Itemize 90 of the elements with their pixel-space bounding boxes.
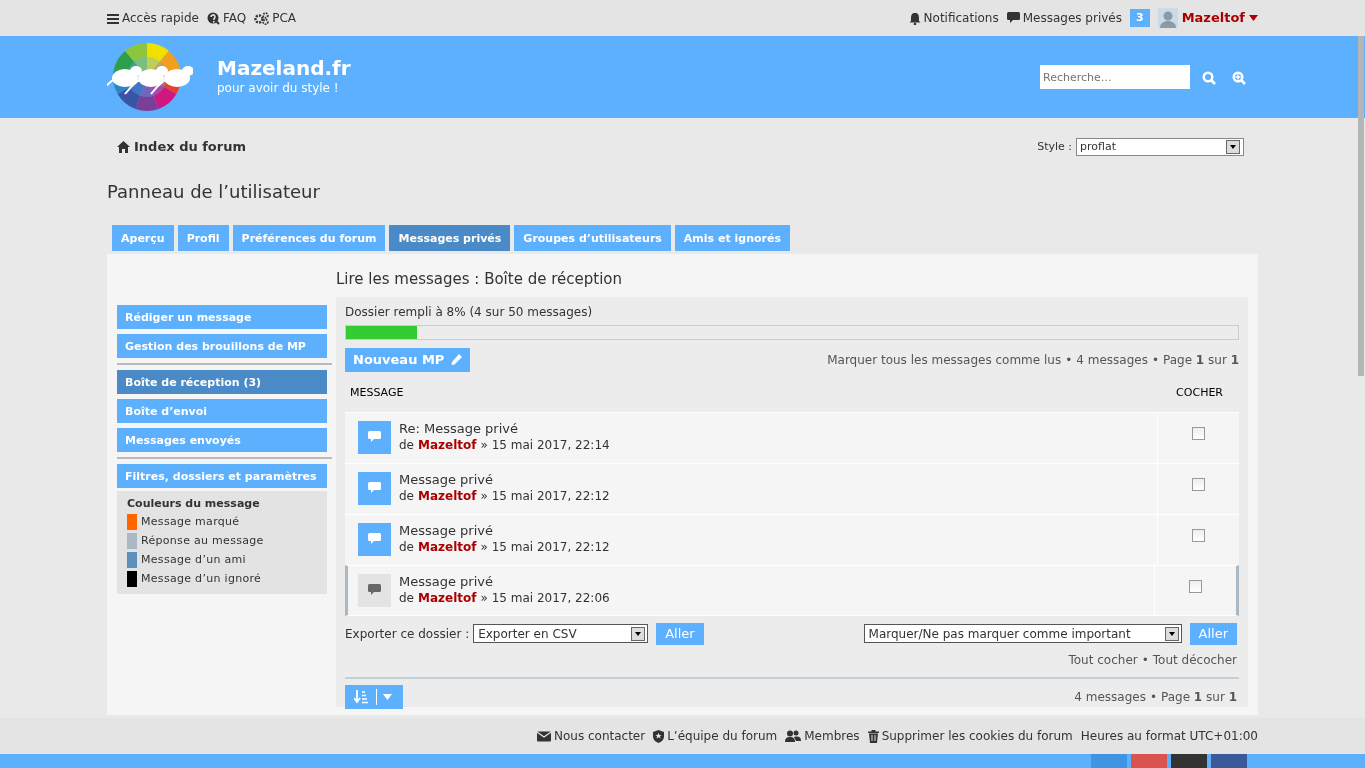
column-header: COCHER (1176, 385, 1223, 401)
pagination-text: 4 messages (1076, 352, 1148, 369)
footer-link[interactable]: Supprimer les cookies du forum (867, 727, 1073, 745)
uncheck-all-link[interactable]: Tout décocher (1152, 650, 1237, 669)
legend-label: Message d’un ami (141, 551, 246, 568)
message-row[interactable]: Message privé de Mazeltof » 15 mai 2017, 22:06 (345, 564, 1239, 616)
envelope-icon (536, 730, 551, 742)
separator: • (1151, 352, 1159, 369)
shield-icon (653, 729, 665, 743)
author-link[interactable]: Mazeltof (418, 538, 477, 557)
section-heading: Lire les messages : Boîte de réception (336, 269, 623, 290)
pagination-text: Page 1 sur 1 (1163, 352, 1239, 369)
checkbox[interactable] (1189, 579, 1202, 593)
message-status-icon (358, 573, 391, 607)
search-field[interactable]: Recherche… (1040, 65, 1190, 89)
username-link[interactable]: Mazeltof (1181, 8, 1245, 28)
author-link[interactable]: Mazeltof (418, 487, 477, 506)
byline-text: de (399, 590, 414, 608)
footer-link[interactable]: L’équipe du forum (653, 727, 778, 745)
checkbox[interactable] (1192, 528, 1205, 542)
caret-icon (383, 693, 392, 700)
mark-select[interactable]: Marquer/Ne pas marquer comme important (863, 624, 1182, 643)
menu-icon (107, 12, 119, 24)
faq-link[interactable]: FAQ (206, 9, 247, 27)
site-title: Mazeland.fr (217, 57, 351, 79)
message-status-icon (358, 522, 391, 556)
footer-link[interactable]: Membres (785, 727, 860, 745)
checkbox[interactable] (1192, 426, 1205, 440)
unread-count-badge: 3 (1130, 8, 1150, 28)
folder-status: Dossier rempli à 8% (4 sur 50 messages) (345, 304, 594, 321)
tab[interactable]: Messages privés (389, 225, 511, 251)
legend-label: Message d’un ignoré (141, 570, 262, 587)
message-status-icon (358, 471, 391, 505)
message-date: » 15 mai 2017, 22:12 (480, 539, 610, 557)
home-icon (117, 141, 130, 153)
page-title: Panneau de l’utilisateur (107, 180, 321, 204)
legend-label: Message marqué (141, 513, 240, 530)
message-row[interactable]: Message privé de Mazeltof » 15 mai 2017, 22:12 (345, 513, 1239, 565)
message-title-link[interactable]: Re: Message privé (399, 420, 610, 437)
byline-text: de (399, 539, 414, 557)
mark-read-link[interactable]: Marquer tous les messages comme lus (827, 351, 1062, 369)
legend-label: Réponse au message (141, 532, 264, 549)
timezone-text: Heures au format UTC+01:00 (1080, 728, 1258, 745)
trash-icon (867, 729, 879, 743)
message-date: » 15 mai 2017, 22:14 (480, 437, 610, 455)
message-status-icon (358, 420, 391, 454)
caret-icon (1249, 15, 1258, 21)
users-icon (785, 730, 802, 742)
message-title-link[interactable]: Message privé (399, 522, 610, 539)
export-label: Exporter ce dossier : (345, 625, 470, 643)
message-date: » 15 mai 2017, 22:06 (480, 590, 610, 608)
footer-link[interactable]: Nous contacter (536, 727, 646, 745)
author-link[interactable]: Mazeltof (418, 589, 477, 608)
pagination-text: 4 messages (1074, 688, 1146, 706)
pencil-icon (450, 354, 463, 366)
message-title-link[interactable]: Message privé (399, 471, 610, 488)
quick-access-link[interactable]: Accès rapide (107, 9, 199, 27)
separator: • (1065, 352, 1073, 369)
byline-text: de (399, 437, 414, 455)
search-icon (1202, 70, 1216, 85)
byline-text: de (399, 488, 414, 506)
breadcrumb-link[interactable]: Index du forum (117, 137, 246, 157)
sort-button[interactable] (345, 684, 403, 709)
style-label: Style : (1037, 138, 1072, 155)
sidebar-item[interactable]: Boîte de réception (3) (117, 370, 327, 394)
control-panel-link[interactable]: PCA (254, 9, 296, 27)
message-title-link[interactable]: Message privé (399, 573, 610, 590)
separator: • (1141, 651, 1149, 669)
message-date: » 15 mai 2017, 22:12 (480, 488, 610, 506)
separator: • (1149, 688, 1157, 706)
site-tagline: pour avoir du style ! (217, 80, 340, 97)
sort-icon (354, 689, 368, 704)
check-all-link[interactable]: Tout cocher (1068, 650, 1138, 669)
avatar-icon (1157, 8, 1178, 28)
help-icon (206, 11, 220, 25)
private-messages-link[interactable]: Messages privés (1006, 9, 1122, 27)
export-select[interactable]: Exporter en CSV (473, 624, 649, 643)
style-select[interactable]: proflat (1076, 138, 1244, 156)
pagination-text: Page 1 sur 1 (1161, 688, 1237, 706)
message-row[interactable]: Re: Message privé de Mazeltof » 15 mai 2017, 22:14 (345, 411, 1239, 463)
checkbox[interactable] (1192, 477, 1205, 491)
bell-icon (908, 11, 921, 25)
message-row[interactable]: Message privé de Mazeltof » 15 mai 2017, 22:12 (345, 462, 1239, 514)
notifications-link[interactable]: Notifications (908, 9, 999, 27)
speech-bubble-icon (1006, 12, 1020, 24)
column-header: MESSAGE (350, 385, 404, 401)
scrollbar[interactable] (1358, 36, 1364, 376)
legend-title: Couleurs du message (127, 496, 261, 512)
author-link[interactable]: Mazeltof (418, 436, 477, 455)
zoom-in-icon (1232, 70, 1246, 85)
